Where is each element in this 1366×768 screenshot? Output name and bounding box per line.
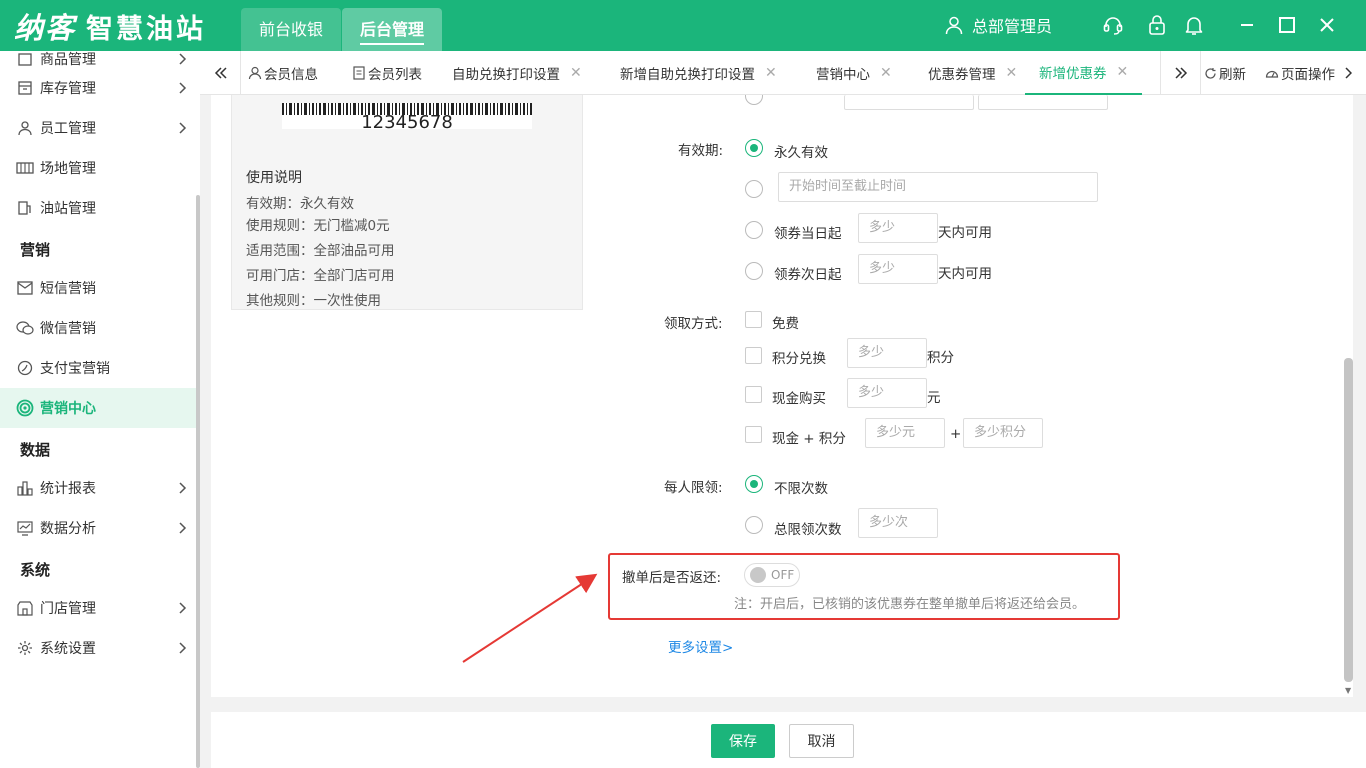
more-settings-link[interactable]: 更多设置> bbox=[668, 636, 733, 656]
save-button[interactable]: 保存 bbox=[711, 724, 775, 758]
cancel-button[interactable]: 取消 bbox=[789, 724, 854, 758]
